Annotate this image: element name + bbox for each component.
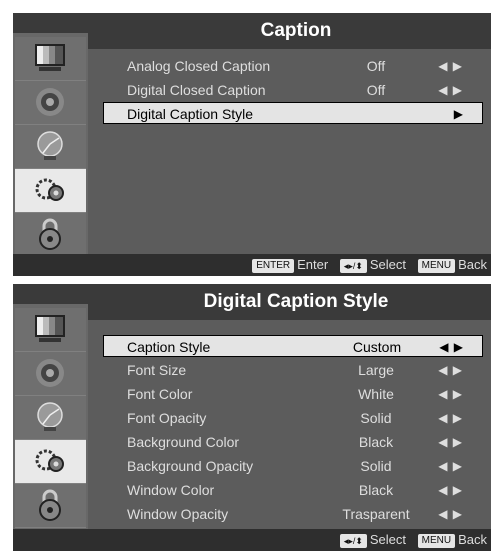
enter-key-icon: ENTER (252, 258, 295, 273)
option-label: Window Opacity (127, 506, 229, 522)
option-font-color[interactable]: Font Color White ◀ ▶ (101, 383, 483, 405)
menu-title: Digital Caption Style (203, 291, 389, 312)
right-arrow-icon[interactable]: ▶ (454, 103, 464, 125)
option-window-opacity[interactable]: Window Opacity Trasparent ◀ ▶ (101, 503, 483, 525)
digital-caption-style-panel: Digital Caption Style Caption Style Cust… (13, 284, 491, 551)
option-label: Window Color (127, 482, 215, 498)
picture-icon (35, 44, 65, 71)
footer-hints: ◂▸/⬍ Select MENU Back (13, 529, 491, 551)
option-background-color[interactable]: Background Color Black ◀ ▶ (101, 431, 483, 453)
option-font-size[interactable]: Font Size Large ◀ ▶ (101, 359, 483, 381)
sidebar-item-channel[interactable] (15, 125, 86, 169)
left-right-arrows-icon[interactable]: ◀ ▶ (438, 55, 463, 77)
menu-key-icon: MENU (417, 258, 456, 273)
option-value: White (358, 386, 394, 402)
option-value: Off (366, 82, 386, 98)
left-right-arrows-icon[interactable]: ◀ ▶ (438, 359, 463, 381)
option-font-opacity[interactable]: Font Opacity Solid ◀ ▶ (101, 407, 483, 429)
option-label: Background Color (127, 434, 240, 450)
sound-icon (36, 359, 64, 387)
option-label: Analog Closed Caption (127, 58, 271, 74)
option-label: Font Size (127, 362, 187, 378)
menu-title: Caption (260, 20, 332, 41)
lock-icon (39, 218, 61, 250)
option-digital-caption-style[interactable]: Digital Caption Style ▶ (103, 102, 483, 124)
option-window-color[interactable]: Window Color Black ◀ ▶ (101, 479, 483, 501)
left-right-arrows-icon[interactable]: ◀ ▶ (438, 79, 463, 101)
option-caption-style[interactable]: Caption Style Custom ◀ ▶ (103, 335, 483, 357)
option-value: Black (358, 434, 394, 450)
option-label: Digital Caption Style (127, 106, 254, 122)
option-label: Digital Closed Caption (127, 82, 266, 98)
option-value: Large (358, 362, 394, 378)
menu-key-icon: MENU (417, 533, 456, 548)
option-value: Solid (360, 410, 392, 426)
navigate-key-icon: ◂▸/⬍ (339, 533, 367, 548)
setup-icon (35, 449, 64, 472)
option-analog-closed-caption[interactable]: Analog Closed Caption Off ◀ ▶ (101, 55, 483, 77)
sidebar-item-sound[interactable] (15, 81, 86, 125)
sidebar-item-picture[interactable] (15, 308, 86, 352)
option-label: Background Opacity (127, 458, 254, 474)
left-right-arrows-icon[interactable]: ◀ ▶ (438, 383, 463, 405)
option-label: Caption Style (127, 339, 211, 355)
footer-hints: ENTER Enter ◂▸/⬍ Select MENU Back (13, 254, 491, 276)
sidebar-item-picture[interactable] (15, 37, 86, 81)
option-value: Off (366, 58, 386, 74)
caption-menu-panel: Caption Analog Closed Caption Off ◀ ▶ Di… (13, 13, 491, 276)
option-value: Custom (352, 339, 402, 355)
left-right-arrows-icon[interactable]: ◀ ▶ (438, 431, 463, 453)
left-right-arrows-icon[interactable]: ◀ ▶ (438, 503, 463, 525)
select-hint: Select (369, 532, 407, 547)
option-digital-closed-caption[interactable]: Digital Closed Caption Off ◀ ▶ (101, 79, 483, 101)
navigate-key-icon: ◂▸/⬍ (339, 258, 367, 273)
sidebar-item-lock[interactable] (15, 213, 86, 257)
sidebar-item-lock[interactable] (15, 484, 86, 528)
lock-icon (39, 489, 61, 521)
left-right-arrows-icon[interactable]: ◀ ▶ (438, 407, 463, 429)
option-value: Black (358, 482, 394, 498)
left-right-arrows-icon[interactable]: ◀ ▶ (438, 455, 463, 477)
left-right-arrows-icon[interactable]: ◀ ▶ (438, 479, 463, 501)
back-hint: Back (458, 532, 487, 547)
back-hint: Back (458, 257, 487, 272)
sidebar (13, 33, 88, 257)
option-value: Trasparent (342, 506, 410, 522)
sidebar-item-sound[interactable] (15, 352, 86, 396)
select-hint: Select (369, 257, 407, 272)
sound-icon (36, 88, 64, 116)
sidebar-item-channel[interactable] (15, 396, 86, 440)
enter-hint: Enter (297, 257, 329, 272)
option-label: Font Opacity (127, 410, 207, 426)
option-background-opacity[interactable]: Background Opacity Solid ◀ ▶ (101, 455, 483, 477)
option-label: Font Color (127, 386, 193, 402)
channel-icon (37, 131, 63, 160)
sidebar (13, 304, 88, 529)
left-right-arrows-icon[interactable]: ◀ ▶ (439, 336, 464, 358)
picture-icon (35, 315, 65, 342)
channel-icon (37, 402, 63, 431)
sidebar-item-setup[interactable] (15, 440, 86, 484)
setup-icon (35, 178, 64, 201)
option-value: Solid (360, 458, 392, 474)
sidebar-item-setup[interactable] (15, 169, 86, 213)
